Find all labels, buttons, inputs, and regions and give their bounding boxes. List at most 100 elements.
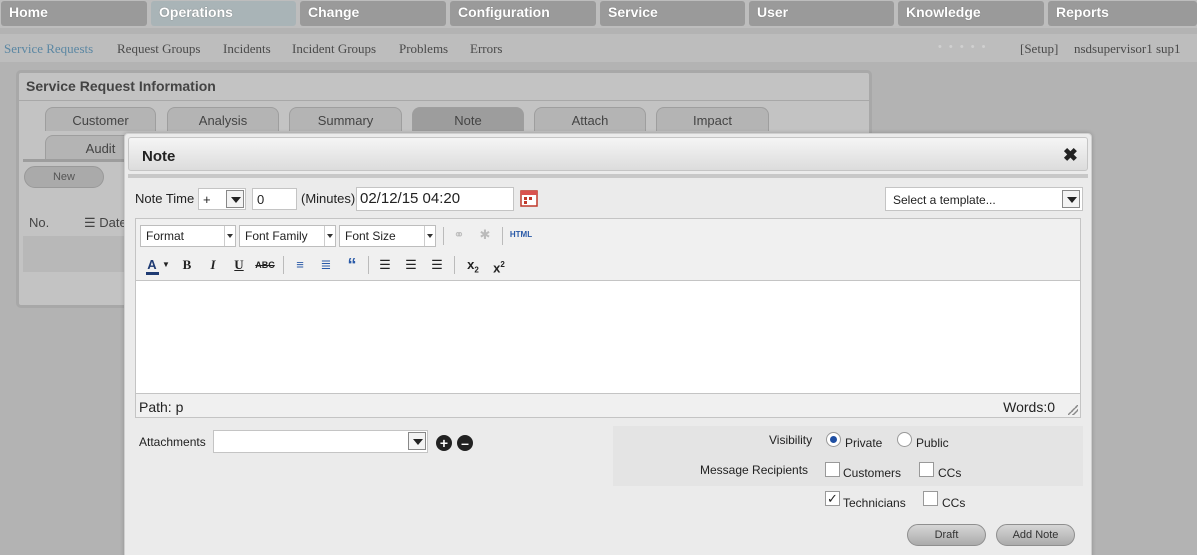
tab-analysis[interactable]: Analysis: [167, 107, 279, 131]
subscript-icon[interactable]: x2: [462, 255, 484, 275]
new-button[interactable]: New: [24, 166, 104, 188]
nav-tab-user[interactable]: User: [749, 1, 894, 26]
format-select[interactable]: Format: [140, 225, 236, 247]
tab-customer[interactable]: Customer: [45, 107, 156, 131]
template-select[interactable]: Select a template...: [885, 187, 1083, 211]
public-label: Public: [916, 436, 949, 450]
nav-tab-knowledge[interactable]: Knowledge: [898, 1, 1044, 26]
align-left-icon[interactable]: ☰: [374, 255, 396, 275]
tab-note[interactable]: Note: [412, 107, 524, 131]
nav-tab-change[interactable]: Change: [300, 1, 446, 26]
note-dialog: Note ✖ Note Time + 0 (Minutes) 02/12/15 …: [124, 133, 1092, 555]
column-date-label: Date: [99, 215, 127, 230]
nav-tab-service[interactable]: Service: [600, 1, 745, 26]
calendar-icon[interactable]: [520, 189, 538, 207]
subnav-problems[interactable]: Problems: [399, 41, 448, 57]
draft-button[interactable]: Draft: [907, 524, 986, 546]
toolbar-separator: [368, 256, 369, 274]
note-time-label: Note Time: [135, 191, 195, 206]
technician-ccs-checkbox[interactable]: [923, 491, 938, 506]
toolbar-separator: [443, 227, 444, 245]
link-icon[interactable]: ⚭: [448, 225, 470, 245]
customer-ccs-label: CCs: [938, 466, 962, 480]
customers-checkbox[interactable]: [825, 462, 840, 477]
private-radio[interactable]: [826, 432, 841, 447]
unlink-icon[interactable]: ✱: [474, 225, 496, 245]
column-date[interactable]: ☰ Date: [84, 215, 127, 231]
subnav-request-groups[interactable]: Request Groups: [117, 41, 200, 57]
note-editor: Format Font Family Font Size ⚭ ✱ HTML A …: [135, 218, 1081, 418]
nav-tab-operations[interactable]: Operations: [151, 1, 296, 26]
dialog-title: Note: [142, 148, 176, 165]
public-radio[interactable]: [897, 432, 912, 447]
attachments-dropdown-icon[interactable]: [408, 432, 426, 450]
technicians-checkbox[interactable]: ✓: [825, 491, 840, 506]
add-note-button[interactable]: Add Note: [996, 524, 1075, 546]
align-center-icon[interactable]: ☰: [400, 255, 422, 275]
text-color-icon[interactable]: A: [141, 255, 163, 275]
italic-icon[interactable]: I: [202, 255, 224, 275]
minutes-input[interactable]: 0: [252, 188, 297, 210]
user-name: nsdsupervisor1 sup1: [1074, 41, 1181, 56]
nav-tab-reports[interactable]: Reports: [1048, 1, 1197, 26]
font-size-select-label: Font Size: [345, 229, 396, 243]
toolbar-separator: [454, 256, 455, 274]
message-recipients-label: Message Recipients: [700, 463, 809, 477]
subnav-incident-groups[interactable]: Incident Groups: [292, 41, 376, 57]
panel-divider: [19, 100, 869, 101]
subnav-errors[interactable]: Errors: [470, 41, 503, 57]
font-size-select[interactable]: Font Size: [339, 225, 436, 247]
customers-label: Customers: [843, 466, 902, 480]
toolbar-separator: [283, 256, 284, 274]
remove-attachment-icon[interactable]: –: [457, 435, 473, 451]
blockquote-icon[interactable]: “: [341, 255, 363, 275]
sign-dropdown-icon[interactable]: [226, 190, 244, 208]
list-icon: ☰: [84, 215, 100, 230]
html-icon[interactable]: HTML: [507, 225, 535, 245]
bold-icon[interactable]: B: [176, 255, 198, 275]
note-text-area[interactable]: [136, 280, 1080, 394]
header-dots: • • • • •: [938, 41, 988, 53]
setup-link[interactable]: [Setup]: [1020, 41, 1058, 57]
customer-ccs-checkbox[interactable]: [919, 462, 934, 477]
dialog-separator: [128, 174, 1088, 178]
visibility-label: Visibility: [769, 433, 813, 447]
text-color-dropdown-icon[interactable]: ▼: [161, 255, 171, 275]
subnav-service-requests[interactable]: Service Requests: [4, 41, 93, 57]
font-family-select[interactable]: Font Family: [239, 225, 336, 247]
resize-handle[interactable]: [1068, 405, 1078, 415]
subnav-incidents[interactable]: Incidents: [223, 41, 271, 57]
strikethrough-icon[interactable]: ABC: [254, 255, 276, 275]
bullet-list-icon[interactable]: ≡: [289, 255, 311, 275]
tab-attach[interactable]: Attach: [534, 107, 646, 131]
chevron-down-icon: [224, 226, 235, 246]
format-select-label: Format: [146, 229, 185, 243]
toolbar-separator: [502, 227, 503, 245]
tab-summary[interactable]: Summary: [289, 107, 402, 131]
chevron-down-icon: [424, 226, 435, 246]
numbered-list-icon[interactable]: ≣: [315, 255, 337, 275]
sign-value: +: [203, 192, 211, 207]
panel-title: Service Request Information: [26, 78, 216, 94]
tab-impact[interactable]: Impact: [656, 107, 769, 131]
top-navigation: Home Operations Change Configuration Ser…: [0, 0, 1197, 28]
nav-tab-configuration[interactable]: Configuration: [450, 1, 596, 26]
superscript-icon[interactable]: x2: [488, 255, 510, 275]
template-dropdown-icon[interactable]: [1062, 190, 1080, 208]
underline-icon[interactable]: U: [228, 255, 250, 275]
attachments-select[interactable]: [213, 430, 428, 453]
add-attachment-icon[interactable]: +: [436, 435, 452, 451]
attachments-label: Attachments: [139, 435, 206, 449]
word-count: Words:0: [1003, 399, 1055, 415]
align-right-icon[interactable]: ☰: [426, 255, 448, 275]
table-row: [23, 236, 133, 272]
minutes-label: (Minutes): [301, 191, 356, 206]
private-label: Private: [845, 436, 883, 450]
technicians-label: Technicians: [843, 496, 906, 510]
datetime-input[interactable]: 02/12/15 04:20: [356, 187, 514, 211]
close-icon[interactable]: ✖: [1063, 145, 1078, 166]
template-select-label: Select a template...: [893, 193, 996, 207]
path-label: Path: p: [139, 399, 184, 415]
sub-navigation: Service Requests Request Groups Incident…: [0, 34, 1197, 62]
nav-tab-home[interactable]: Home: [1, 1, 147, 26]
